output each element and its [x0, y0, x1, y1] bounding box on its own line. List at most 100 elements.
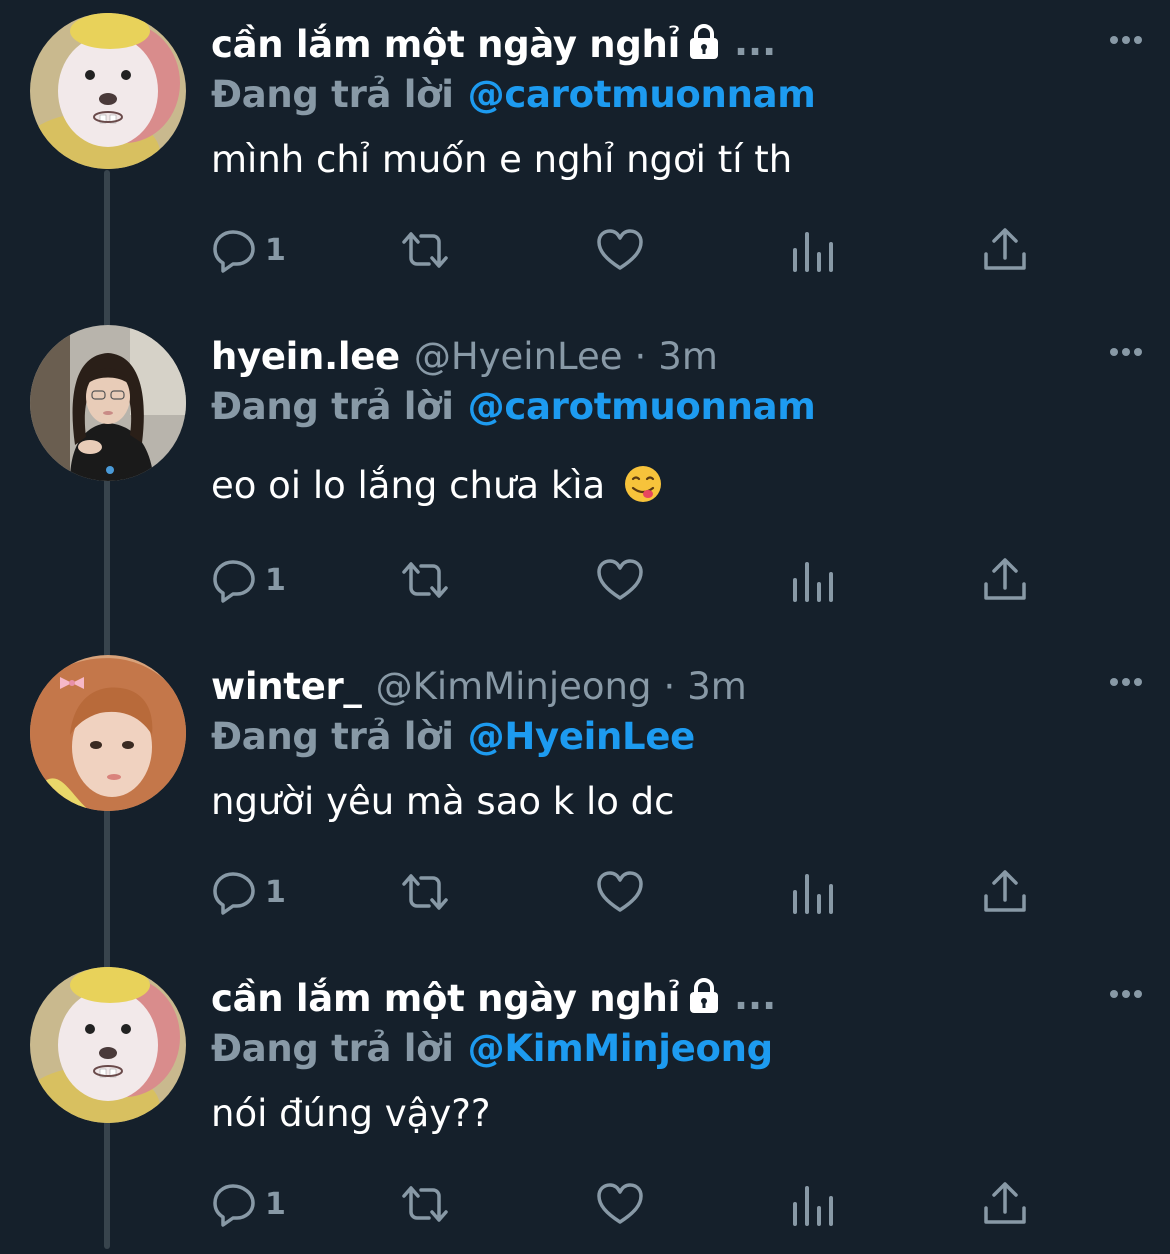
share-button[interactable]	[981, 555, 1029, 605]
replying-to-mention[interactable]: @HyeinLee	[468, 715, 696, 758]
like-button[interactable]	[596, 1179, 644, 1229]
replying-to: Đang trả lời @HyeinLee	[211, 712, 695, 760]
user-handle[interactable]: @KimMinjeong	[376, 665, 652, 708]
retweet-icon	[402, 562, 448, 598]
like-button[interactable]	[596, 867, 644, 917]
heart-icon	[597, 559, 643, 600]
reply-count: 1	[265, 232, 286, 268]
share-icon	[984, 870, 1026, 912]
tweet-actions: 1	[211, 225, 1051, 275]
retweet-button[interactable]	[401, 555, 449, 605]
tweet-text: nói đúng vậy??	[211, 1092, 491, 1135]
tweet-header: hyein.lee @HyeinLee · 3m	[211, 330, 718, 382]
replying-to-mention[interactable]: @carotmuonnam	[468, 73, 816, 116]
lock-icon	[688, 23, 720, 61]
user-handle[interactable]: @HyeinLee	[414, 335, 623, 378]
tweet-text: eo oi lo lắng chưa kìa	[211, 464, 606, 507]
tweet-header: winter_ @KimMinjeong · 3m	[211, 660, 747, 712]
display-name[interactable]: hyein.lee	[211, 335, 400, 378]
retweet-button[interactable]	[401, 225, 449, 275]
tweet-actions: 1	[211, 1179, 1051, 1229]
share-icon	[984, 1182, 1026, 1224]
truncated-marker: ...	[733, 974, 777, 1018]
more-options-icon[interactable]	[1106, 662, 1146, 702]
reply-button[interactable]: 1	[211, 1179, 286, 1229]
replying-to-label: Đang trả lời	[211, 384, 454, 428]
replying-to-mention[interactable]: @carotmuonnam	[468, 385, 816, 428]
analytics-icon	[793, 232, 833, 272]
share-icon	[984, 228, 1026, 270]
tweet-text: mình chỉ muốn e nghỉ ngơi tí th	[211, 138, 793, 181]
share-button[interactable]	[981, 225, 1029, 275]
display-name[interactable]: cần lắm một ngày nghỉ	[211, 977, 680, 1020]
retweet-icon	[402, 874, 448, 910]
heart-icon	[597, 1183, 643, 1224]
like-button[interactable]	[596, 555, 644, 605]
more-options-icon[interactable]	[1106, 974, 1146, 1014]
reply-count: 1	[265, 874, 286, 910]
tweet-text: người yêu mà sao k lo dc	[211, 780, 675, 823]
analytics-button[interactable]	[789, 867, 837, 917]
timestamp[interactable]: 3m	[687, 665, 747, 708]
retweet-icon	[402, 232, 448, 268]
girl-with-bow-avatar	[30, 655, 186, 811]
separator-dot: ·	[663, 664, 676, 708]
cartoon-character-avatar	[30, 967, 186, 1123]
more-options-icon[interactable]	[1106, 20, 1146, 60]
replying-to: Đang trả lời @KimMinjeong	[211, 1024, 773, 1072]
tweet[interactable]: winter_ @KimMinjeong · 3m Đang trả lời @…	[0, 642, 1170, 942]
replying-to: Đang trả lời @carotmuonnam	[211, 70, 816, 118]
tweet[interactable]: hyein.lee @HyeinLee · 3m Đang trả lời @c…	[0, 312, 1170, 612]
retweet-button[interactable]	[401, 1179, 449, 1229]
more-options-icon[interactable]	[1106, 332, 1146, 372]
avatar[interactable]	[30, 13, 186, 169]
reply-count: 1	[265, 1186, 286, 1222]
reply-icon	[213, 560, 255, 603]
share-icon	[984, 558, 1026, 600]
analytics-button[interactable]	[789, 555, 837, 605]
tweet-body: eo oi lo lắng chưa kìa	[211, 464, 663, 507]
reply-icon	[213, 872, 255, 915]
analytics-button[interactable]	[789, 225, 837, 275]
tweet[interactable]: cần lắm một ngày nghỉ ... Đang trả lời @…	[0, 0, 1170, 300]
reply-count: 1	[265, 562, 286, 598]
analytics-button[interactable]	[789, 1179, 837, 1229]
tweet-actions: 1	[211, 555, 1051, 605]
display-name[interactable]: winter_	[211, 665, 362, 708]
replying-to-label: Đang trả lời	[211, 72, 454, 116]
reply-button[interactable]: 1	[211, 225, 286, 275]
heart-icon	[597, 229, 643, 270]
tweet-header: cần lắm một ngày nghỉ ...	[211, 972, 776, 1024]
tweet-header: cần lắm một ngày nghỉ ...	[211, 18, 776, 70]
heart-icon	[597, 871, 643, 912]
analytics-icon	[793, 1186, 833, 1226]
separator-dot: ·	[634, 334, 647, 378]
tweet-actions: 1	[211, 867, 1051, 917]
cartoon-character-avatar	[30, 13, 186, 169]
replying-to-label: Đang trả lời	[211, 1026, 454, 1070]
display-name[interactable]: cần lắm một ngày nghỉ	[211, 23, 680, 66]
avatar[interactable]	[30, 655, 186, 811]
retweet-icon	[402, 1186, 448, 1222]
tweet[interactable]: cần lắm một ngày nghỉ ... Đang trả lời @…	[0, 954, 1170, 1254]
reply-icon	[213, 230, 255, 273]
avatar[interactable]	[30, 967, 186, 1123]
share-button[interactable]	[981, 1179, 1029, 1229]
analytics-icon	[793, 562, 833, 602]
analytics-icon	[793, 874, 833, 914]
like-button[interactable]	[596, 225, 644, 275]
reply-button[interactable]: 1	[211, 555, 286, 605]
reply-icon	[213, 1184, 255, 1227]
replying-to: Đang trả lời @carotmuonnam	[211, 382, 816, 430]
share-button[interactable]	[981, 867, 1029, 917]
face-savoring-food-emoji	[623, 464, 663, 504]
avatar[interactable]	[30, 325, 186, 481]
replying-to-label: Đang trả lời	[211, 714, 454, 758]
girl-photo-avatar	[30, 325, 186, 481]
timestamp[interactable]: 3m	[658, 335, 718, 378]
retweet-button[interactable]	[401, 867, 449, 917]
replying-to-mention[interactable]: @KimMinjeong	[468, 1027, 773, 1070]
reply-button[interactable]: 1	[211, 867, 286, 917]
truncated-marker: ...	[733, 20, 777, 64]
lock-icon	[688, 977, 720, 1015]
